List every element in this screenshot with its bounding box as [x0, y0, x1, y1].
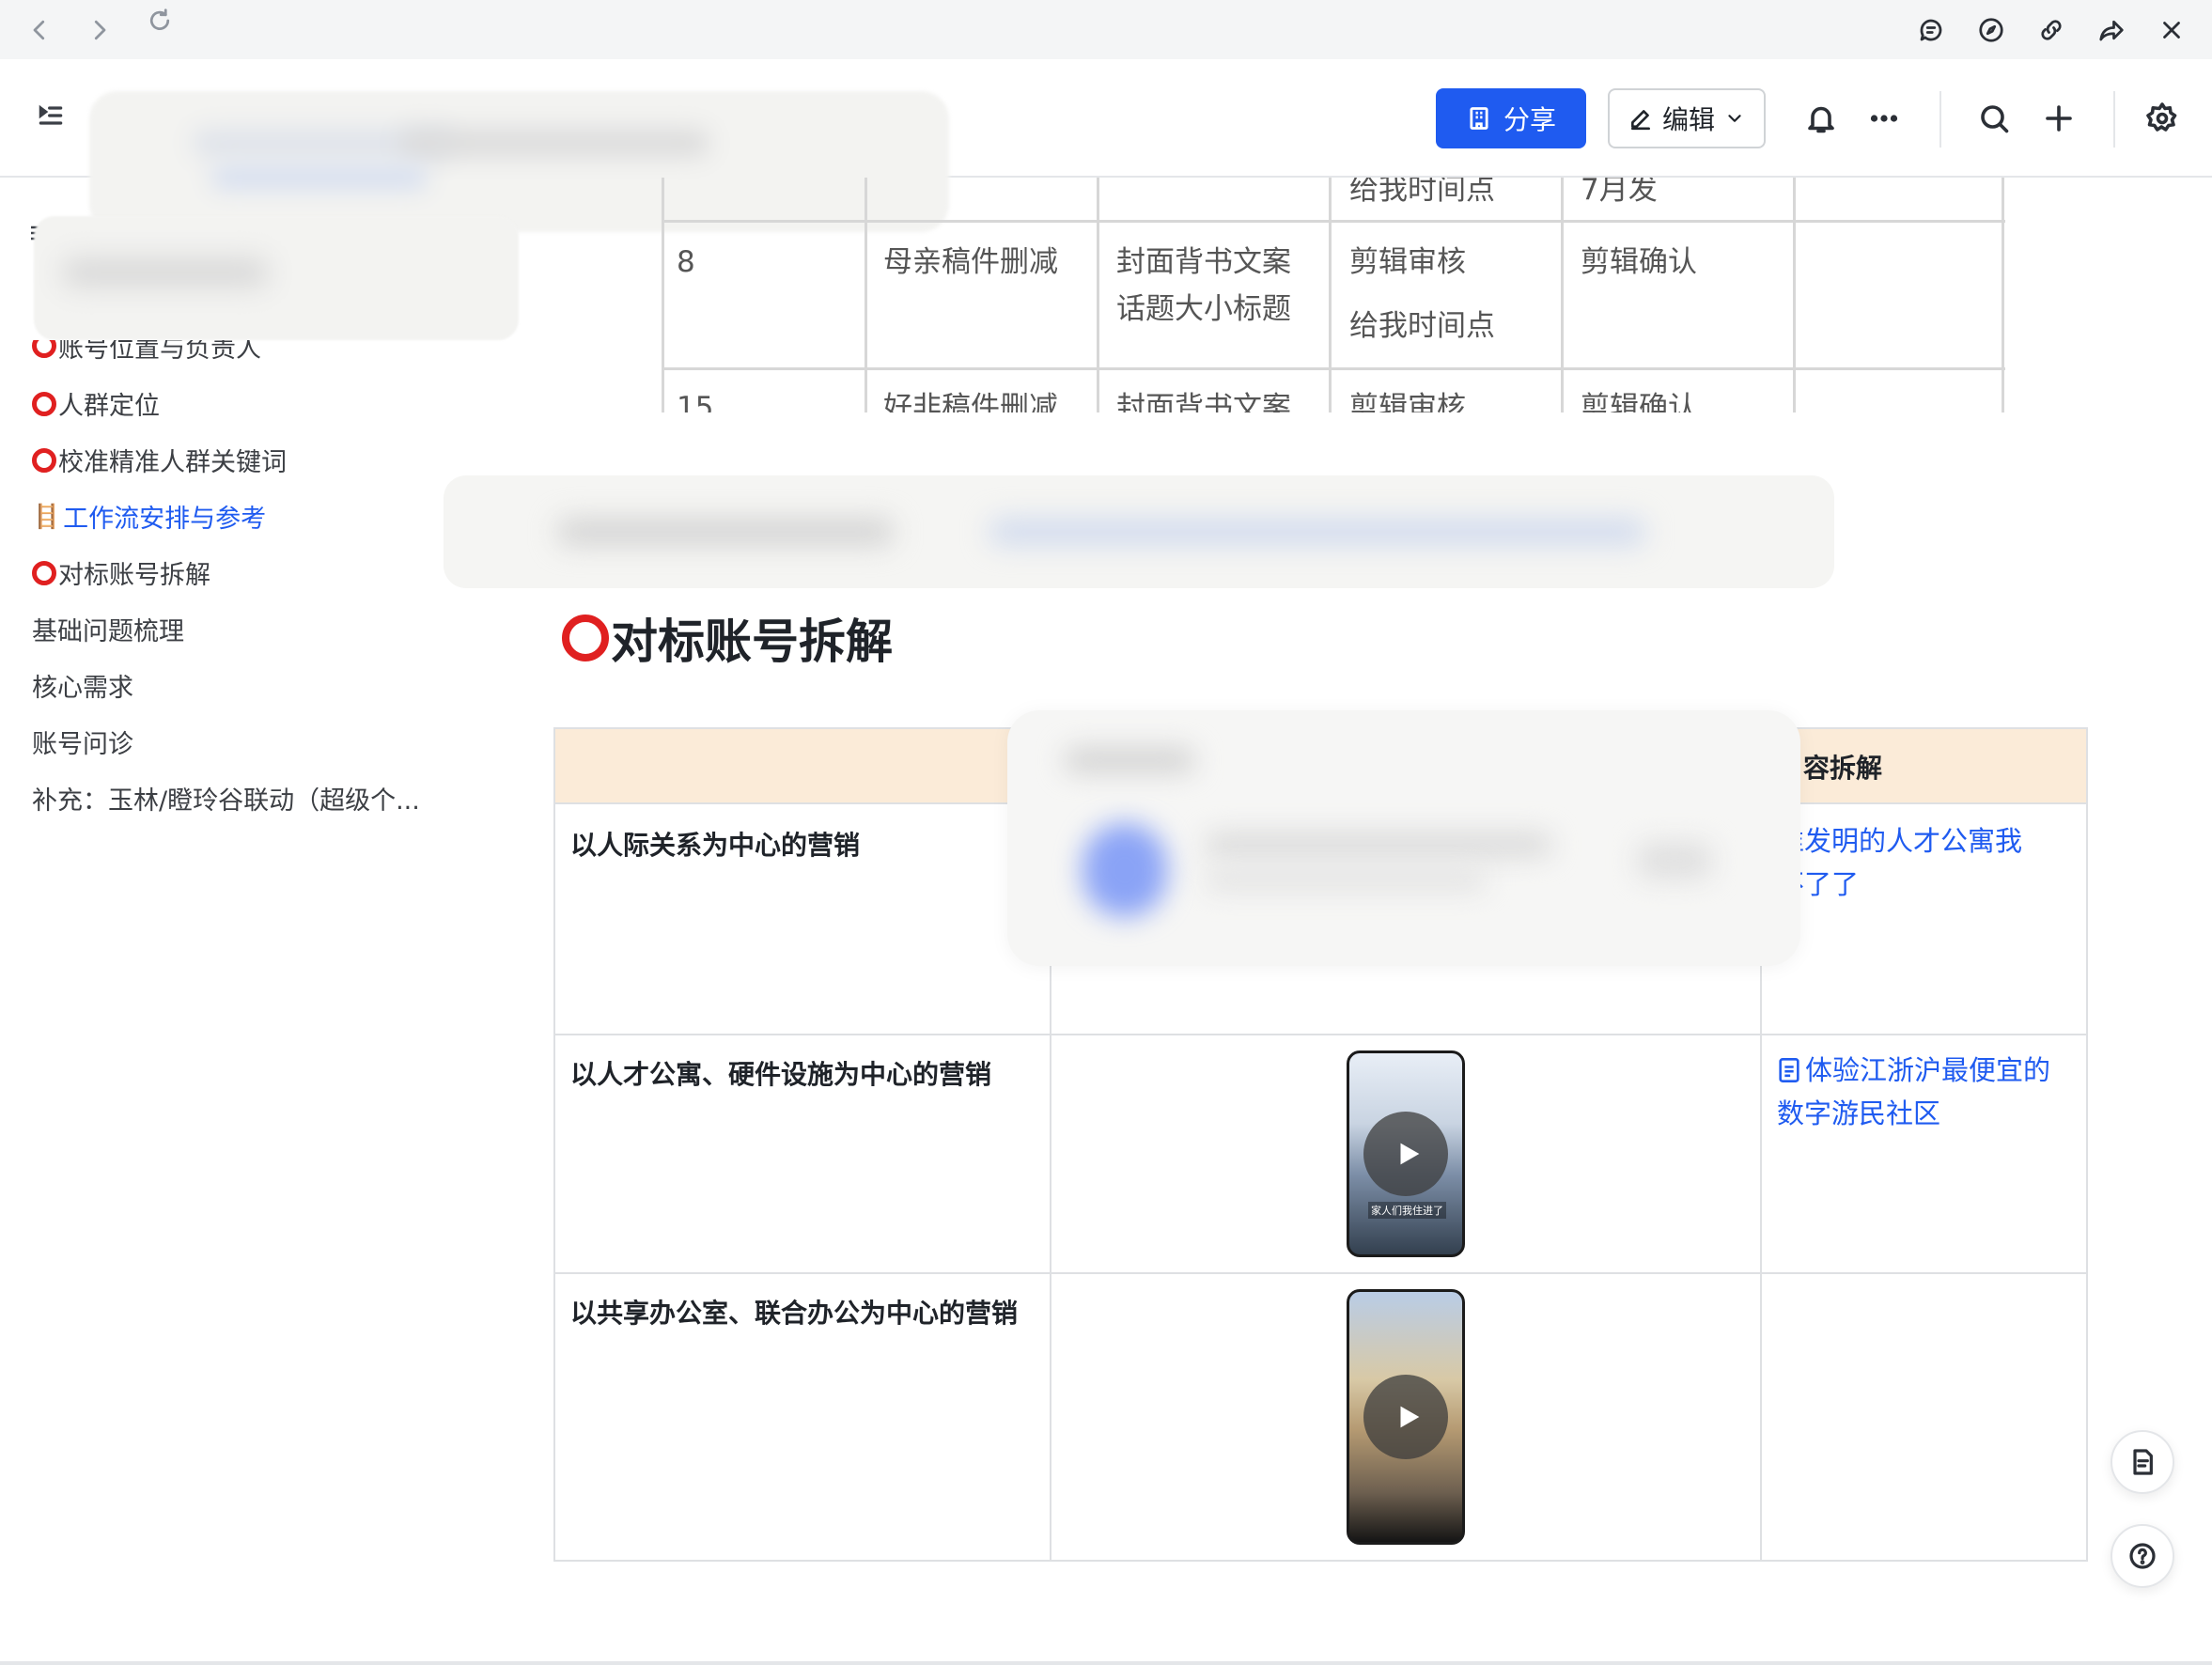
building-icon	[1470, 107, 1488, 130]
section-heading: 对标账号拆解	[562, 604, 893, 672]
blurred-reference-link	[444, 475, 1834, 588]
share-button[interactable]: 分享	[1436, 88, 1586, 148]
forward-share-icon[interactable]	[2093, 11, 2130, 49]
sidebar-item-label: 基础问题梳理	[32, 617, 184, 646]
embed-cell: 剪辑审核	[1349, 245, 1466, 279]
document-icon	[2133, 1449, 2153, 1475]
edit-mode-button[interactable]: 编辑	[1608, 88, 1766, 148]
doc-outline-fab[interactable]	[2111, 1430, 2174, 1494]
comment-icon[interactable]	[1912, 11, 1950, 49]
sidebar-toggle-icon[interactable]	[36, 101, 73, 138]
play-icon[interactable]	[1363, 1375, 1448, 1459]
video-thumbnail[interactable]: 家人们我住进了	[1347, 1050, 1465, 1257]
embed-cell: 好非稿件删减	[883, 391, 1058, 412]
sidebar-item-label: 对标账号拆解	[58, 561, 210, 590]
embed-cell: 母亲稿件删减	[883, 245, 1058, 279]
doc-link[interactable]: 体验江浙沪最便宜的 数字游民社区	[1777, 1049, 2078, 1135]
forward-icon[interactable]	[81, 11, 118, 49]
share-label: 分享	[1503, 104, 1556, 135]
blurred-outline-title	[34, 216, 519, 340]
sidebar-item-label: 账号问诊	[32, 730, 133, 759]
embed-cell: 8	[677, 245, 695, 279]
embed-cell: 15	[677, 391, 714, 412]
table-row-label: 以人才公寓、硬件设施为中心的营销	[570, 1059, 992, 1090]
section-title: 对标账号拆解	[611, 615, 893, 669]
red-circle-icon	[562, 615, 609, 661]
header-divider	[2113, 91, 2115, 148]
sidebar-item-label: 人群定位	[58, 392, 160, 421]
sidebar-item-audience[interactable]: 人群定位	[32, 385, 160, 422]
embed-cell: 给我时间点	[1349, 178, 1495, 207]
sidebar-item-supplement[interactable]: 补充：玉林/瞪玲谷联动（超级个...	[32, 780, 420, 817]
doc-link[interactable]: 谁发明的人才公寓我 不了了	[1777, 819, 2078, 906]
embed-cell: 7月发	[1581, 178, 1658, 207]
sidebar-item-workflow[interactable]: 🪜 工作流安排与参考	[32, 498, 266, 535]
red-circle-icon	[32, 560, 56, 585]
video-thumbnail[interactable]	[1347, 1289, 1465, 1545]
more-icon[interactable]	[1862, 97, 1906, 140]
sidebar-item-benchmark[interactable]: 对标账号拆解	[32, 554, 210, 591]
embed-cell: 话题大小标题	[1116, 292, 1291, 326]
bottom-divider	[0, 1661, 2212, 1665]
table-row-label: 以共享办公室、联合办公为中心的营销	[570, 1298, 1019, 1329]
embed-cell: 封面背书文案	[1116, 391, 1291, 412]
search-icon[interactable]	[1972, 97, 2016, 140]
sidebar-item-core-needs[interactable]: 核心需求	[32, 667, 133, 704]
sidebar-item-label: 补充：玉林/瞪玲谷联动（超级个...	[32, 786, 420, 816]
table-row-label: 以人际关系为中心的营销	[570, 830, 861, 861]
window-chrome	[0, 0, 2212, 59]
back-icon[interactable]	[21, 11, 58, 49]
refresh-icon[interactable]	[141, 2, 179, 39]
embed-cell: 给我时间点	[1349, 309, 1495, 343]
header-divider	[1939, 91, 1941, 148]
bell-icon[interactable]	[1799, 97, 1843, 140]
sidebar-item-label: 校准精准人群关键词	[58, 448, 287, 477]
sidebar-item-label: 工作流安排与参考	[63, 505, 267, 534]
play-icon[interactable]	[1363, 1112, 1448, 1196]
embed-cell: 剪辑确认	[1581, 391, 1697, 412]
close-icon[interactable]	[2153, 11, 2190, 49]
pencil-icon	[1631, 110, 1650, 131]
embed-cell: 剪辑审核	[1349, 391, 1466, 412]
sidebar-item-basics[interactable]: 基础问题梳理	[32, 611, 184, 647]
embed-cell: 封面背书文案	[1116, 245, 1291, 279]
help-icon	[2129, 1543, 2156, 1569]
add-icon[interactable]	[2037, 97, 2080, 140]
sidebar-item-diagnosis[interactable]: 账号问诊	[32, 724, 133, 760]
sidebar-item-label: 核心需求	[32, 674, 133, 703]
embed-cell: 剪辑确认	[1581, 245, 1697, 279]
blurred-link-preview	[1007, 710, 1800, 966]
table-header-cell: 容拆解	[1803, 753, 1883, 784]
doc-header: 分享 编辑	[0, 59, 2212, 232]
red-circle-icon	[32, 447, 56, 473]
sidebar-item-keywords[interactable]: 校准精准人群关键词	[32, 442, 287, 478]
edit-label: 编辑	[1661, 104, 1715, 135]
doc-icon	[1777, 1052, 1801, 1082]
compass-icon[interactable]	[1972, 11, 2010, 49]
embedded-table-image: 给我时间点 7月发 8 母亲稿件删减 封面背书文案 话题大小标题 剪辑审核 给我…	[643, 178, 2005, 412]
gear-icon[interactable]	[2141, 97, 2184, 140]
video-caption: 家人们我住进了	[1368, 1202, 1446, 1219]
red-circle-icon	[32, 391, 56, 416]
link-icon[interactable]	[2033, 11, 2070, 49]
help-fab[interactable]	[2111, 1524, 2174, 1588]
ladder-icon: 🪜	[32, 502, 62, 530]
chevron-down-icon	[1728, 115, 1741, 122]
